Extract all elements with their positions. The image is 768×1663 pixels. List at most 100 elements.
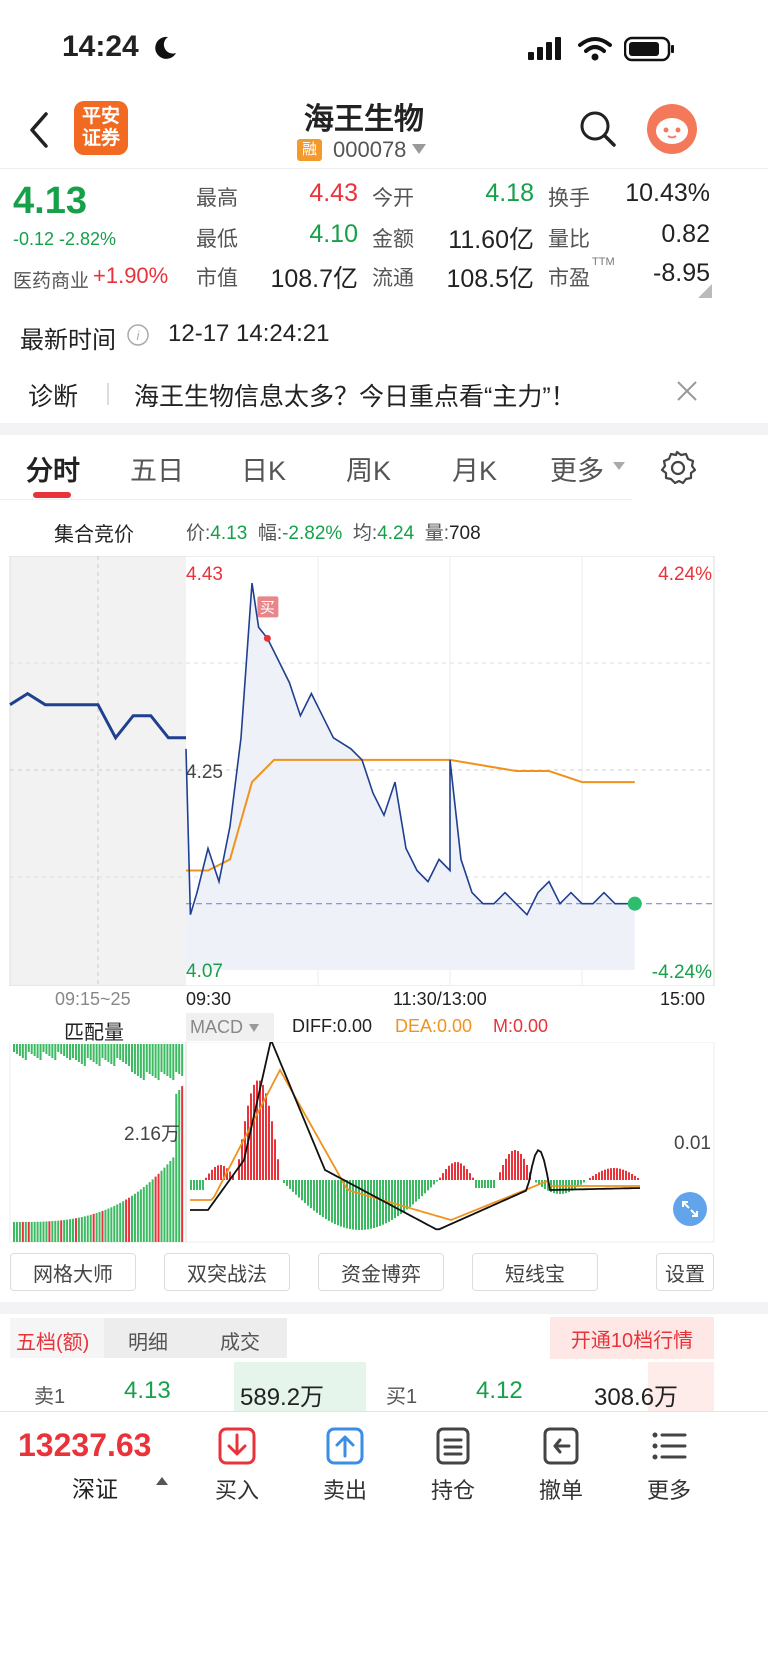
macd-bar [508,1154,510,1180]
latest-price-dot [627,896,642,911]
nav-menu[interactable]: 更多 [624,1425,714,1505]
nav-sell[interactable]: 卖出 [300,1425,390,1505]
nav-buy[interactable]: 买入 [192,1425,282,1505]
strategy-button-2[interactable]: 资金博弈 [318,1253,444,1291]
diagnosis-text[interactable]: 海王生物信息太多？今日重点看“主力”！ [134,377,576,413]
expand-button[interactable] [673,1192,707,1226]
macd-bar [412,1180,414,1205]
vol-readout-label: 量: [424,523,449,544]
settings-gear-icon[interactable] [658,449,696,487]
indicator-selector[interactable]: MACD [186,1013,274,1041]
match-vol-bar-top [104,1044,107,1060]
tab-2[interactable]: 日K [241,449,286,488]
match-vol-bar [60,1220,63,1242]
y-tick-mid: 4.25 [186,762,223,783]
stock-code[interactable]: 000078 [333,137,406,163]
macd-bar [196,1180,198,1190]
macd-bar [502,1165,504,1180]
tab-5[interactable]: 更多 [550,449,604,488]
match-vol-bar [157,1173,160,1242]
macd-bar [319,1180,321,1216]
macd-bar [262,1084,264,1180]
section-gap-2 [0,1302,768,1314]
diagnosis-label: 诊断 [28,383,79,411]
order-tab-trades[interactable]: 成交 [220,1326,260,1355]
macd-bar [598,1172,600,1180]
nav-cancel-order[interactable]: 撤单 [516,1425,606,1505]
match-vol-bar [54,1220,57,1242]
match-vol-bar [154,1176,157,1242]
strategy-button-3[interactable]: 短线宝 [472,1253,598,1291]
index-caret-icon[interactable] [155,1476,169,1486]
tab-4[interactable]: 月K [452,449,497,488]
macd-bar [487,1180,489,1188]
sector-label[interactable]: 医药商业 [13,266,89,293]
macd-bar [460,1163,462,1180]
macd-bar [451,1163,453,1180]
assistant-avatar-icon[interactable] [646,103,698,155]
match-vol-bar-top [13,1044,15,1052]
match-vol-bar [92,1213,95,1242]
close-icon[interactable] [676,380,698,402]
macd-bar [304,1180,306,1204]
match-vol-bar [142,1187,145,1242]
sell1-price: 4.13 [124,1377,171,1404]
macd-bar [472,1177,474,1180]
macd-bar [268,1105,270,1180]
macd-bar [490,1180,492,1188]
quote-value-0-1: 4.18 [485,179,534,207]
info-icon[interactable]: i [126,323,150,347]
quote-value-2-2: -8.95 [653,259,710,287]
macd-bar [424,1180,426,1194]
nav-position[interactable]: 持仓 [408,1425,498,1505]
match-vol-bar-top [48,1044,51,1056]
more-caret-icon[interactable] [612,461,626,471]
match-vol-bar [107,1208,110,1242]
macd-bar [610,1168,612,1180]
match-vol-bar [42,1221,45,1242]
stock-name[interactable]: 海王生物 [254,94,474,138]
vol-tick: 2.16万 [124,1124,180,1145]
dropdown-caret-icon[interactable] [411,143,427,155]
index-name[interactable]: 深证 [72,1470,118,1504]
search-icon[interactable] [579,110,617,148]
match-vol-bar-top [89,1044,92,1060]
match-vol-bar [110,1207,113,1242]
intraday-chart[interactable]: 买 4.43 4.25 4.07 4.24% -4.24% [0,556,768,986]
match-vol-bar-top [110,1044,113,1064]
tab-3[interactable]: 周K [346,449,391,488]
macd-bar [283,1180,285,1183]
macd-bar [625,1170,627,1180]
nav-label: 更多 [646,1478,691,1503]
nav-label: 撤单 [538,1478,583,1503]
tab-0[interactable]: 分时 [26,449,80,488]
x-tick-auction: 09:15~25 [55,989,131,1009]
order-tab-quotes[interactable]: 五档(额) [16,1326,89,1355]
match-vol-bar-top [163,1044,166,1074]
index-value[interactable]: 13237.63 [18,1427,151,1464]
order-tab-detail[interactable]: 明细 [128,1326,168,1355]
macd-chart[interactable] [0,1042,768,1244]
price-change: -0.12 -2.82% [13,229,117,249]
tab-1[interactable]: 五日 [130,449,184,488]
back-icon[interactable] [24,110,54,150]
macd-bar [316,1180,318,1213]
macd-bar [631,1174,633,1180]
quote-value-0-2: 10.43% [625,179,710,207]
macd-bar [442,1173,444,1180]
match-vol-bar-top [51,1044,54,1058]
macd-bar [277,1159,279,1180]
match-vol-bar [63,1219,66,1242]
macd-bar [265,1093,267,1180]
match-vol-bar-top [92,1044,95,1062]
match-vol-bar-top [119,1044,122,1060]
macd-bar [394,1180,396,1219]
chart-readout: 价:4.13 幅:-2.82% 均:4.24 量:708 [186,518,481,545]
match-vol-bar [18,1221,21,1242]
strategy-button-1[interactable]: 双突战法 [164,1253,290,1291]
strategy-button-0[interactable]: 网格大师 [10,1253,136,1291]
strategy-button-4[interactable]: 设置 [656,1253,714,1291]
macd-bar [637,1177,639,1180]
upgrade-button[interactable]: 开通10档行情 [550,1317,714,1359]
buy1-amount: 308.6万 [594,1384,679,1411]
